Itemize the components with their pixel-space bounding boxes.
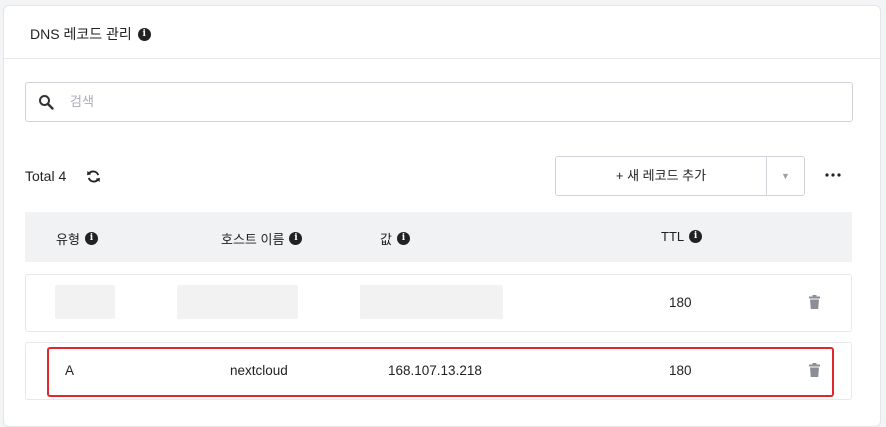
- search-input[interactable]: [70, 83, 840, 119]
- redacted-type: [55, 285, 115, 319]
- table-header: 유형 i 호스트 이름 i 값 i TTL i: [25, 212, 852, 262]
- redacted-value: [360, 285, 503, 319]
- column-label: 값: [380, 232, 392, 247]
- more-horizontal-icon[interactable]: [824, 172, 842, 178]
- search-box[interactable]: [25, 82, 853, 122]
- column-header-ttl[interactable]: TTL i: [661, 229, 703, 244]
- ttl-cell: 180: [669, 295, 692, 310]
- trash-icon[interactable]: [809, 295, 820, 309]
- table-row[interactable]: A nextcloud 168.107.13.218 180: [25, 342, 852, 400]
- trash-icon[interactable]: [809, 363, 820, 377]
- info-icon[interactable]: i: [84, 232, 98, 245]
- column-label: TTL: [661, 229, 685, 244]
- column-label: 유형: [56, 232, 80, 247]
- total-count: Total 4: [25, 168, 67, 184]
- column-header-type[interactable]: 유형 i: [56, 229, 98, 248]
- column-header-value[interactable]: 값 i: [380, 229, 410, 248]
- info-icon[interactable]: i: [396, 232, 410, 245]
- redacted-host: [177, 285, 298, 319]
- add-record-button[interactable]: + 새 레코드 추가 ▼: [555, 156, 805, 196]
- panel-title-text: DNS 레코드 관리: [30, 26, 132, 42]
- column-header-host[interactable]: 호스트 이름 i: [221, 229, 303, 248]
- column-label: 호스트 이름: [221, 232, 285, 247]
- refresh-icon[interactable]: [86, 169, 101, 184]
- type-cell: A: [65, 363, 75, 378]
- caret-down-icon[interactable]: ▼: [767, 157, 804, 195]
- add-record-label: + 새 레코드 추가: [556, 157, 767, 195]
- search-icon: [39, 95, 54, 110]
- value-cell: 168.107.13.218: [388, 363, 482, 378]
- panel-header: DNS 레코드 관리 i: [4, 6, 880, 59]
- ttl-cell: 180: [669, 363, 692, 378]
- info-icon[interactable]: i: [689, 230, 703, 243]
- table-row[interactable]: 180: [25, 274, 852, 332]
- host-cell: nextcloud: [230, 363, 288, 378]
- panel-title: DNS 레코드 관리 i: [30, 24, 151, 44]
- info-icon[interactable]: i: [289, 232, 303, 245]
- info-icon[interactable]: i: [137, 27, 151, 41]
